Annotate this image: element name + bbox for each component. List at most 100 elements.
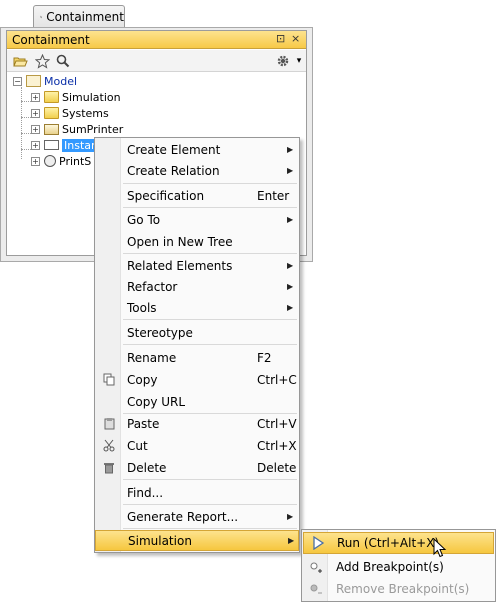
- submenu-arrow-icon: ▶: [287, 282, 294, 291]
- submenu-arrow-icon: ▶: [287, 166, 294, 175]
- menu-item-find[interactable]: Find...: [95, 482, 299, 503]
- menu-item-label: Stereotype: [127, 325, 193, 340]
- menu-separator: [123, 183, 297, 184]
- menu-item-label: Rename: [127, 350, 177, 365]
- model-icon: [26, 75, 41, 87]
- expand-icon[interactable]: +: [31, 140, 40, 150]
- folder-icon: [44, 91, 59, 103]
- tree-node-label: Simulation: [62, 90, 121, 104]
- gear-icon[interactable]: [275, 53, 291, 69]
- menu-item-cut[interactable]: Cut Ctrl+X: [95, 435, 299, 456]
- submenu-arrow-icon: ▶: [287, 261, 294, 270]
- tab-label: Containment: [46, 10, 124, 24]
- copy-icon: [102, 373, 116, 387]
- simulation-submenu: Run (Ctrl+Alt+X) Add Breakpoint(s) Remov…: [301, 529, 496, 602]
- tree-node-label: SumPrinter: [62, 122, 124, 136]
- context-menu: Create Element ▶ Create Relation ▶ Speci…: [94, 137, 300, 553]
- menu-item-rename[interactable]: Rename F2: [95, 347, 299, 368]
- trash-icon: [102, 461, 116, 475]
- menu-item-stereotype[interactable]: Stereotype: [95, 322, 299, 343]
- expand-icon[interactable]: +: [31, 108, 40, 118]
- submenu-arrow-icon: ▶: [287, 145, 294, 154]
- search-icon[interactable]: [55, 53, 71, 69]
- menu-item-create-element[interactable]: Create Element ▶: [95, 139, 299, 160]
- menu-item-copy[interactable]: Copy Ctrl+C: [95, 369, 299, 390]
- open-folder-icon[interactable]: [12, 53, 28, 69]
- menu-item-label: Tools: [127, 300, 157, 315]
- menu-item-label: Specification: [127, 188, 205, 203]
- mouse-cursor-icon: [433, 537, 447, 561]
- menu-item-label: Paste: [127, 416, 160, 431]
- menu-item-label: Copy URL: [127, 394, 186, 409]
- remove-breakpoint-icon: [310, 582, 324, 596]
- close-icon[interactable]: ×: [291, 32, 300, 45]
- menu-item-remove-breakpoint[interactable]: Remove Breakpoint(s): [303, 578, 494, 600]
- menu-item-label: Delete: [127, 460, 167, 475]
- menu-item-label: Generate Report...: [127, 509, 239, 524]
- menu-item-create-relation[interactable]: Create Relation ▶: [95, 160, 299, 181]
- submenu-arrow-icon: ▶: [287, 512, 294, 521]
- expand-icon[interactable]: +: [31, 124, 40, 134]
- menu-item-go-to[interactable]: Go To ▶: [95, 209, 299, 230]
- tree-node-label: Model: [44, 74, 78, 88]
- menu-item-label: Run (Ctrl+Alt+X): [337, 536, 440, 550]
- menu-item-shortcut: Enter: [257, 188, 290, 203]
- star-icon[interactable]: [34, 53, 50, 69]
- menu-item-label: Add Breakpoint(s): [336, 560, 444, 574]
- containment-tree-icon: [40, 15, 43, 19]
- paste-icon: [102, 417, 116, 431]
- menu-item-refactor[interactable]: Refactor ▶: [95, 276, 299, 297]
- menu-item-shortcut: F2: [257, 350, 272, 365]
- submenu-arrow-icon: ▶: [287, 303, 294, 312]
- tree-node-systems[interactable]: + Systems: [31, 105, 109, 121]
- tree-node-model[interactable]: − Model: [13, 73, 77, 89]
- menu-item-label: Simulation: [128, 533, 192, 548]
- panel-title-bar: Containment ⊡ ×: [7, 31, 306, 49]
- menu-item-label: Find...: [127, 485, 164, 500]
- menu-item-copy-url[interactable]: Copy URL: [95, 391, 299, 412]
- collapse-icon[interactable]: −: [13, 76, 22, 86]
- tree-node-label: PrintS: [59, 154, 92, 168]
- menu-item-label: Copy: [127, 372, 158, 387]
- menu-separator: [123, 479, 297, 480]
- menu-item-label: Create Relation: [127, 163, 220, 178]
- menu-item-run[interactable]: Run (Ctrl+Alt+X): [303, 532, 494, 554]
- menu-item-label: Related Elements: [127, 258, 233, 273]
- expand-icon[interactable]: +: [31, 92, 40, 102]
- menu-item-tools[interactable]: Tools ▶: [95, 297, 299, 318]
- menu-item-simulation[interactable]: Simulation ▶: [95, 530, 299, 551]
- tree-node-prints[interactable]: + PrintS: [31, 153, 91, 169]
- menu-item-shortcut: Delete: [257, 460, 297, 475]
- menu-item-shortcut: Ctrl+V: [257, 416, 297, 431]
- menu-separator: [123, 528, 297, 529]
- menu-item-label: Open in New Tree: [127, 234, 233, 249]
- menu-separator: [123, 319, 297, 320]
- chevron-down-icon[interactable]: ▾: [291, 53, 307, 69]
- menu-item-label: Create Element: [127, 142, 221, 157]
- menu-item-generate-report[interactable]: Generate Report... ▶: [95, 506, 299, 527]
- play-icon: [311, 535, 325, 551]
- gear-node-icon: [44, 155, 56, 167]
- menu-separator: [123, 207, 297, 208]
- tree-node-sumprinter[interactable]: + SumPrinter: [31, 121, 123, 137]
- menu-separator: [123, 504, 297, 505]
- folder-icon: [44, 107, 59, 119]
- class-icon: [44, 123, 59, 135]
- instance-icon: [44, 140, 59, 150]
- menu-item-paste[interactable]: Paste Ctrl+V: [95, 413, 299, 434]
- menu-item-open-in-new-tree[interactable]: Open in New Tree: [95, 231, 299, 252]
- tree-node-simulation[interactable]: + Simulation: [31, 89, 121, 105]
- submenu-arrow-icon: ▶: [288, 536, 295, 545]
- menu-item-specification[interactable]: Specification Enter: [95, 185, 299, 206]
- expand-icon[interactable]: +: [31, 156, 40, 166]
- menu-item-delete[interactable]: Delete Delete: [95, 457, 299, 478]
- panel-title: Containment: [12, 32, 90, 47]
- menu-separator: [123, 344, 297, 345]
- restore-icon[interactable]: ⊡: [276, 32, 285, 45]
- menu-item-label: Go To: [127, 212, 161, 227]
- menu-separator: [123, 253, 297, 254]
- tab-containment[interactable]: Containment: [33, 5, 125, 28]
- menu-item-label: Cut: [127, 438, 148, 453]
- menu-item-related-elements[interactable]: Related Elements ▶: [95, 255, 299, 276]
- menu-item-add-breakpoint[interactable]: Add Breakpoint(s): [303, 556, 494, 578]
